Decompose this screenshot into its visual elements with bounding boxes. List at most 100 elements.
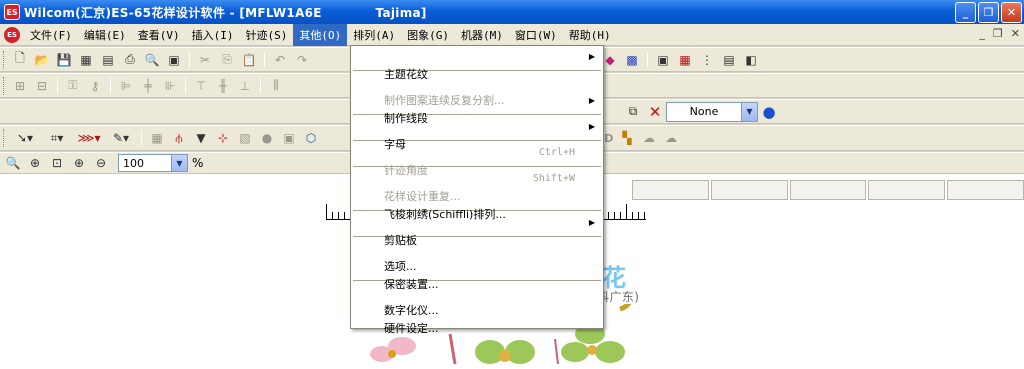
align-left-icon[interactable]: ⊫ xyxy=(117,77,135,95)
toolbar-grip[interactable] xyxy=(3,50,6,69)
document-icon[interactable]: ES xyxy=(4,26,20,43)
menu-edit[interactable]: 编辑(E) xyxy=(78,24,132,46)
doc-minimize-button[interactable]: _ xyxy=(979,27,985,40)
close-button[interactable]: ✕ xyxy=(1001,2,1022,23)
align-center-icon[interactable]: ╪ xyxy=(139,77,157,95)
cloud-icon[interactable]: ☁ xyxy=(640,129,658,147)
cut-icon[interactable]: ✂ xyxy=(196,51,214,69)
grid-icon[interactable]: ▦ xyxy=(676,51,694,69)
fill-icon[interactable]: ▦ xyxy=(148,129,166,147)
menu-stitch[interactable]: 针迹(S) xyxy=(240,24,294,46)
menu-bar: ES 文件(F) 编辑(E) 查看(V) 插入(I) 针迹(S) 其他(O) 排… xyxy=(0,23,1024,46)
chevron-down-icon[interactable]: ▼ xyxy=(741,102,757,121)
menu-item-make-line[interactable]: 制作线段 ▶ xyxy=(351,92,603,125)
list-icon[interactable]: ⋮ xyxy=(698,51,716,69)
lock-icon[interactable]: ⚿ xyxy=(64,77,82,95)
new-file-icon[interactable]: 🗋 xyxy=(11,51,29,69)
menu-item-clipboard[interactable]: 剪贴板 ▶ xyxy=(351,214,603,247)
table-icon[interactable]: ▤ xyxy=(720,51,738,69)
needle-icon[interactable]: ⫛ xyxy=(170,129,188,147)
zoom-icon[interactable]: 🔍 xyxy=(4,154,22,172)
menu-item-motif[interactable]: 主题花纹 ▶ xyxy=(351,48,603,81)
menu-item-lettering[interactable]: 字母 ▶ xyxy=(351,118,603,151)
window-tabs xyxy=(632,180,1024,200)
stitch-type-icon[interactable]: ⋙▾ xyxy=(75,129,103,147)
chevron-down-icon[interactable]: ▼ xyxy=(171,155,187,171)
color-balls-icon[interactable]: ● xyxy=(760,103,778,121)
pen-icon[interactable]: ✎▾ xyxy=(107,129,135,147)
print-preview-icon[interactable]: 🔍 xyxy=(143,51,161,69)
menu-arrange[interactable]: 排列(A) xyxy=(347,24,401,46)
distribute-icon[interactable]: ⫼ xyxy=(267,77,285,95)
menu-image[interactable]: 图象(G) xyxy=(401,24,455,46)
toolbar-grip[interactable] xyxy=(3,76,6,95)
menu-item-design-repeat: 花样设计重复... Shift+W xyxy=(351,170,603,203)
open-folder-icon[interactable]: 📂 xyxy=(33,51,51,69)
zoom-in-icon[interactable]: ⊕ xyxy=(70,154,88,172)
tab-stub[interactable] xyxy=(947,180,1024,200)
export-icon[interactable]: ▤ xyxy=(99,51,117,69)
zoom-box-icon[interactable]: ⊕ xyxy=(26,154,44,172)
cloud-outline-icon[interactable]: ☁ xyxy=(662,129,680,147)
pattern-icon[interactable]: ▧ xyxy=(236,129,254,147)
menu-item-digitizer[interactable]: 数字化仪... xyxy=(351,284,603,317)
tab-stub[interactable] xyxy=(710,180,788,200)
zoom-select[interactable]: 100 ▼ xyxy=(118,154,188,172)
unlock-icon[interactable]: ⚷ xyxy=(86,77,104,95)
zoom-fit-icon[interactable]: ⊡ xyxy=(48,154,66,172)
menu-file[interactable]: 文件(F) xyxy=(24,24,78,46)
align-bottom-icon[interactable]: ⊥ xyxy=(236,77,254,95)
minimize-button[interactable]: _ xyxy=(955,2,976,23)
undo-icon[interactable]: ↶ xyxy=(271,51,289,69)
rect-icon[interactable]: ▣ xyxy=(280,129,298,147)
node-icon[interactable]: ⧉ xyxy=(624,103,642,121)
menu-view[interactable]: 查看(V) xyxy=(132,24,186,46)
menu-machine[interactable]: 机器(M) xyxy=(455,24,509,46)
ungroup-icon[interactable]: ⊟ xyxy=(33,77,51,95)
no-color-icon[interactable]: ✕ xyxy=(646,103,664,121)
add-point-icon[interactable]: ⊹ xyxy=(214,129,232,147)
tab-stub[interactable] xyxy=(789,180,867,200)
group-icon[interactable]: ⊞ xyxy=(11,77,29,95)
circle-icon[interactable]: ● xyxy=(258,129,276,147)
align-middle-icon[interactable]: ╫ xyxy=(214,77,232,95)
doc-close-button[interactable]: ✕ xyxy=(1011,27,1020,40)
align-right-icon[interactable]: ⊪ xyxy=(161,77,179,95)
save-all-icon[interactable]: ▦ xyxy=(77,51,95,69)
tab-stub[interactable] xyxy=(868,180,946,200)
menu-item-security-device[interactable]: 保密装置... xyxy=(351,258,603,291)
trim-icon[interactable]: ▼ xyxy=(192,129,210,147)
doc-restore-button[interactable]: ❐ xyxy=(993,27,1003,40)
color-wheel-icon[interactable]: ▩ xyxy=(623,51,641,69)
menu-item-hardware-setup[interactable]: 硬件设定... xyxy=(351,302,603,335)
properties-icon[interactable]: ◧ xyxy=(742,51,760,69)
paste-icon[interactable]: 📋 xyxy=(240,51,258,69)
sequin-icon[interactable]: ▚ xyxy=(618,129,636,147)
select-arrow-icon[interactable]: ➘▾ xyxy=(11,129,39,147)
reshape-icon[interactable]: ⌗▾ xyxy=(43,129,71,147)
align-top-icon[interactable]: ⊤ xyxy=(192,77,210,95)
submenu-arrow-icon: ▶ xyxy=(588,96,595,105)
toolbar-separator xyxy=(189,51,190,68)
toolbar-grip[interactable] xyxy=(3,129,6,147)
shape-icon[interactable]: ⬡ xyxy=(302,129,320,147)
zoom-out-icon[interactable]: ⊖ xyxy=(92,154,110,172)
restore-button[interactable]: ❐ xyxy=(978,2,999,23)
submenu-arrow-icon: ▶ xyxy=(588,52,595,61)
menu-item-options[interactable]: 选项... xyxy=(351,240,603,273)
tab-stub[interactable] xyxy=(632,180,709,200)
menu-help[interactable]: 帮助(H) xyxy=(563,24,617,46)
color-select[interactable]: None ▼ xyxy=(666,101,758,122)
picture-icon[interactable]: ▣ xyxy=(654,51,672,69)
copy-icon[interactable]: ⎘ xyxy=(218,51,236,69)
print-icon[interactable]: ⎙ xyxy=(121,51,139,69)
menu-insert[interactable]: 插入(I) xyxy=(186,24,240,46)
menu-other[interactable]: 其他(O) xyxy=(293,23,348,46)
save-icon[interactable]: 💾 xyxy=(55,51,73,69)
send-icon[interactable]: ▣ xyxy=(165,51,183,69)
menu-window[interactable]: 窗口(W) xyxy=(509,24,563,46)
toolbar-separator xyxy=(647,51,648,68)
app-logo: ES xyxy=(4,4,20,20)
menu-item-schiffli[interactable]: 飞梭刺绣(Schiffli)排列... xyxy=(351,188,603,221)
redo-icon[interactable]: ↷ xyxy=(293,51,311,69)
